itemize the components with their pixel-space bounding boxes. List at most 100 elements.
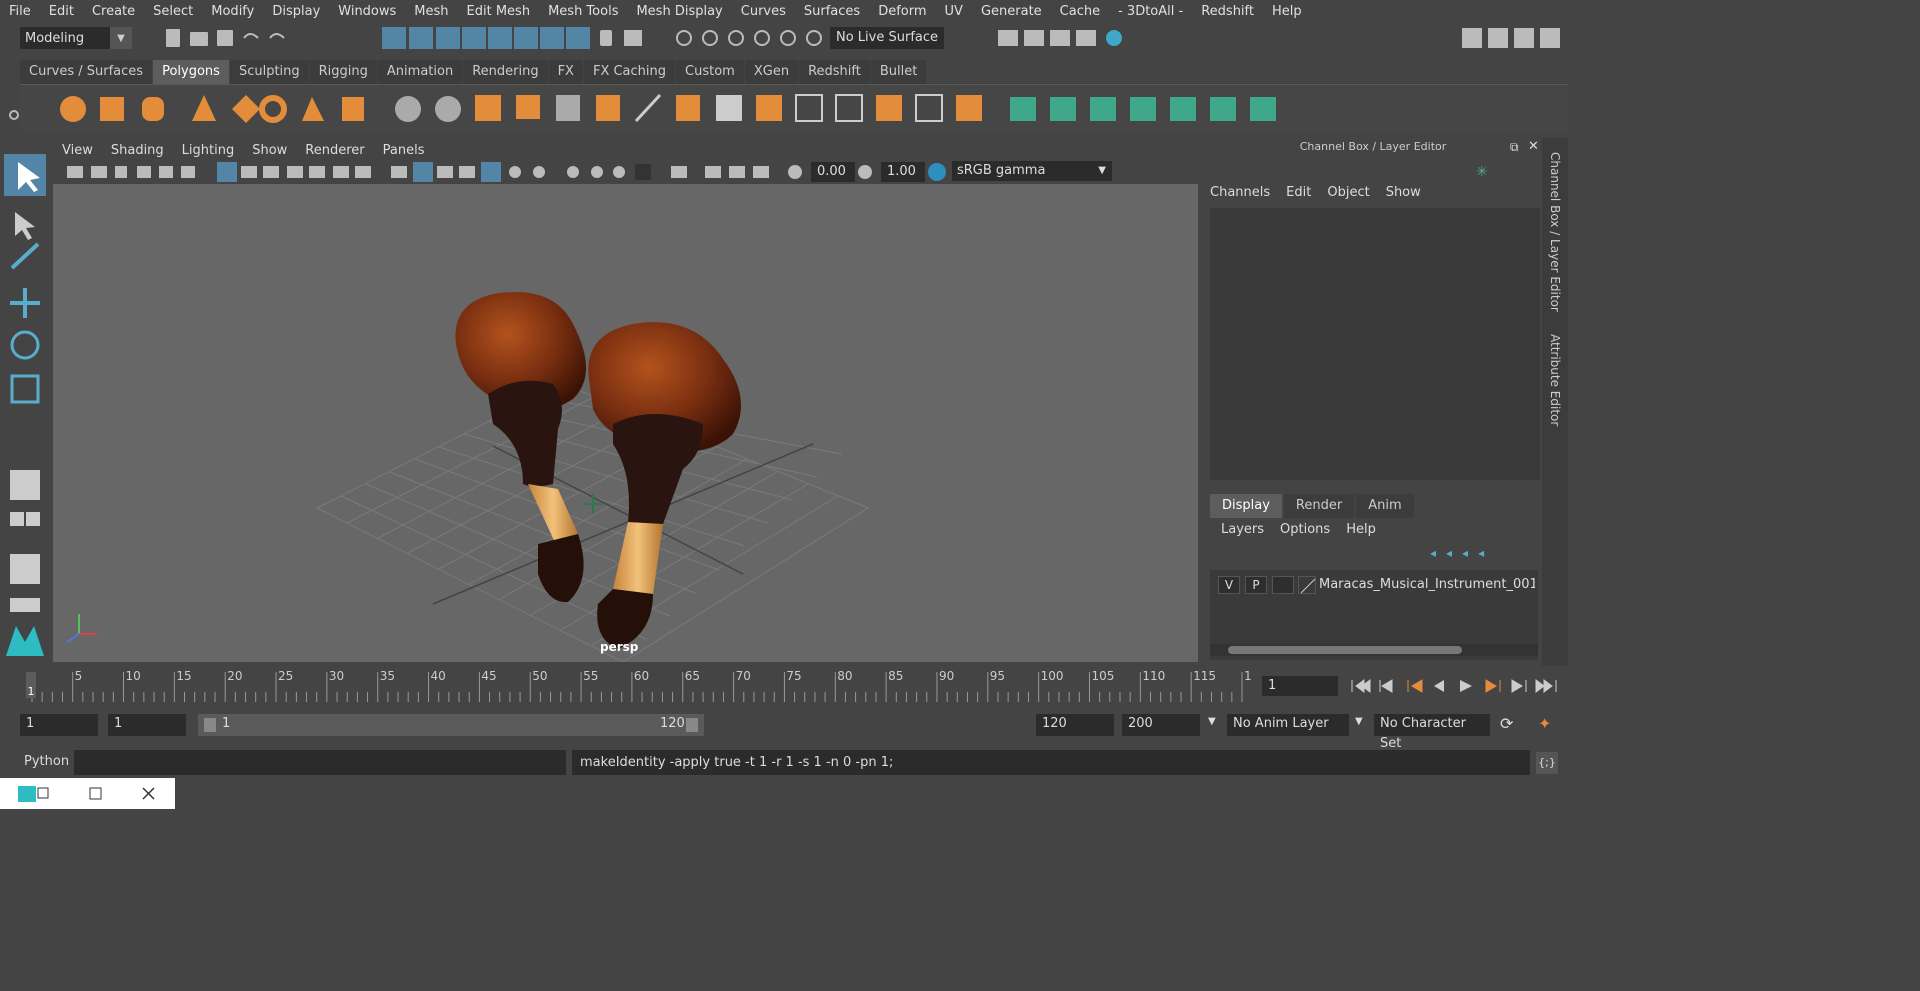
shelf-tab-curves-surfaces[interactable]: Curves / Surfaces (20, 60, 153, 84)
shelf-tab-custom[interactable]: Custom (676, 60, 744, 84)
layer-tab-display[interactable]: Display (1210, 494, 1282, 518)
color-space-dropdown[interactable]: sRGB gamma ▼ (952, 161, 1112, 181)
four-pane-icon[interactable] (26, 512, 40, 526)
channel-box-area[interactable] (1210, 208, 1540, 480)
menu-uv[interactable]: UV (936, 0, 972, 24)
viewport-menu-lighting[interactable]: Lighting (173, 143, 244, 158)
command-input[interactable] (74, 750, 566, 775)
shelf-tab-bullet[interactable]: Bullet (870, 60, 927, 84)
last-tool-icon[interactable] (10, 470, 40, 500)
range-slider-start-label: 1 (222, 716, 231, 731)
persp-viewport[interactable] (53, 184, 1198, 662)
layer-scrollbar[interactable] (1210, 644, 1538, 656)
layer-playback-toggle[interactable]: P (1245, 576, 1267, 594)
menu-edit[interactable]: Edit (40, 0, 83, 24)
range-slider[interactable]: 1 120 (198, 714, 704, 736)
layer-menu-options[interactable]: Options (1280, 522, 1330, 537)
menu-help[interactable]: Help (1263, 0, 1311, 24)
playback-start-field[interactable]: 1 (108, 714, 186, 736)
chevron-down-icon[interactable]: ▼ (1208, 716, 1216, 727)
menu-mesh-display[interactable]: Mesh Display (627, 0, 731, 24)
menu-generate[interactable]: Generate (972, 0, 1051, 24)
shelf-tab-rendering[interactable]: Rendering (463, 60, 548, 84)
current-frame-field[interactable]: 1 (1262, 676, 1338, 696)
viewport-menu-view[interactable]: View (53, 143, 102, 158)
menu-redshift[interactable]: Redshift (1192, 0, 1263, 24)
side-tab-channel-box[interactable]: Channel Box / Layer Editor (1548, 152, 1562, 312)
channel-menu-object[interactable]: Object (1327, 185, 1369, 200)
outliner-layout-icon[interactable] (10, 554, 40, 584)
shelf-tab-sculpting[interactable]: Sculpting (229, 60, 309, 84)
exposure-field[interactable]: 0.00 (811, 162, 855, 182)
time-slider[interactable]: 5 10 15 20 25 30 35 40 45 50 55 60 65 70 75 80 85 90 95 100… (20, 668, 1252, 702)
menu-create[interactable]: Create (83, 0, 144, 24)
layer-tab-anim[interactable]: Anim (1356, 494, 1414, 518)
playback-controls[interactable] (1350, 676, 1560, 696)
shelf-tab-fx[interactable]: FX (548, 60, 583, 84)
range-end-handle[interactable] (686, 718, 698, 732)
menu-modify[interactable]: Modify (202, 0, 263, 24)
chevron-down-icon[interactable]: ▼ (1355, 716, 1363, 727)
auto-key-icon[interactable]: ⟳ (1500, 714, 1513, 733)
viewport-menu-show[interactable]: Show (243, 143, 296, 158)
layer-name[interactable]: Maracas_Musical_Instrument_001_lay (1319, 577, 1535, 592)
viewport-menu-renderer[interactable]: Renderer (296, 143, 373, 158)
lasso-tool-icon[interactable] (15, 212, 35, 240)
script-language-label[interactable]: Python (24, 754, 69, 769)
close-icon[interactable]: ✕ (1528, 139, 1539, 154)
float-panel-icon[interactable]: ⧉ (1510, 140, 1519, 155)
layer-menu-help[interactable]: Help (1346, 522, 1376, 537)
menu-mesh[interactable]: Mesh (405, 0, 457, 24)
menu-mesh-tools[interactable]: Mesh Tools (539, 0, 627, 24)
shelf-tab-fx-caching[interactable]: FX Caching (583, 60, 676, 84)
layer-menu-layers[interactable]: Layers (1221, 522, 1264, 537)
viewport-menu-panels[interactable]: Panels (374, 143, 434, 158)
shelf-tab-animation[interactable]: Animation (377, 60, 463, 84)
shelf-gear-icon[interactable] (8, 85, 20, 133)
range-start-handle[interactable] (204, 718, 216, 732)
layer-buttons-icon[interactable]: ◂◂◂◂ (1430, 546, 1494, 560)
menu-deform[interactable]: Deform (869, 0, 935, 24)
layer-visibility-toggle[interactable]: V (1218, 576, 1240, 594)
script-editor-icon[interactable]: {;} (1536, 752, 1558, 774)
playback-end-field[interactable]: 120 (1036, 714, 1114, 736)
start-time-field[interactable]: 1 (20, 714, 98, 736)
paint-select-tool-icon[interactable] (10, 242, 40, 270)
shelf-tab-rigging[interactable]: Rigging (309, 60, 377, 84)
menu-surfaces[interactable]: Surfaces (795, 0, 869, 24)
character-set-field[interactable]: No Character Set (1374, 714, 1490, 751)
menu-windows[interactable]: Windows (329, 0, 405, 24)
anim-layer-field[interactable]: No Anim Layer (1227, 714, 1349, 736)
side-tab-attribute-editor[interactable]: Attribute Editor (1548, 334, 1562, 426)
current-time-marker[interactable]: 1 (26, 672, 36, 698)
transform-icon[interactable]: ✳ (1476, 164, 1488, 180)
gamma-field[interactable]: 1.00 (881, 162, 925, 182)
menu-cache[interactable]: Cache (1051, 0, 1109, 24)
menu-3dtoall[interactable]: - 3DtoAll - (1109, 0, 1192, 24)
channel-menu-edit[interactable]: Edit (1286, 185, 1311, 200)
shelf-tab-xgen[interactable]: XGen (744, 60, 799, 84)
menu-select[interactable]: Select (144, 0, 202, 24)
layer-display-type-toggle[interactable] (1272, 576, 1294, 594)
end-time-field[interactable]: 200 (1122, 714, 1200, 736)
rotate-tool-icon[interactable] (10, 330, 40, 360)
shelf-tab-polygons[interactable]: Polygons (153, 60, 229, 84)
layer-tab-render[interactable]: Render (1283, 494, 1355, 518)
channel-menu-channels[interactable]: Channels (1210, 185, 1270, 200)
polygons-shelf (9, 84, 1568, 132)
shelf-tab-redshift[interactable]: Redshift (799, 60, 870, 84)
layer-color-swatch[interactable] (1298, 576, 1316, 594)
camera-select-icon (67, 166, 83, 178)
animation-preferences-icon[interactable]: ✦ (1538, 714, 1551, 733)
scale-tool-icon[interactable] (10, 374, 40, 404)
channel-menu-show[interactable]: Show (1386, 185, 1421, 200)
menu-curves[interactable]: Curves (732, 0, 795, 24)
bridge-icon (516, 95, 540, 119)
graph-layout-icon[interactable] (10, 598, 40, 612)
single-pane-icon[interactable] (10, 512, 24, 526)
viewport-menu-shading[interactable]: Shading (102, 143, 173, 158)
menu-display[interactable]: Display (263, 0, 329, 24)
move-tool-icon[interactable] (10, 288, 40, 318)
menu-file[interactable]: File (0, 0, 40, 24)
menu-edit-mesh[interactable]: Edit Mesh (458, 0, 540, 24)
